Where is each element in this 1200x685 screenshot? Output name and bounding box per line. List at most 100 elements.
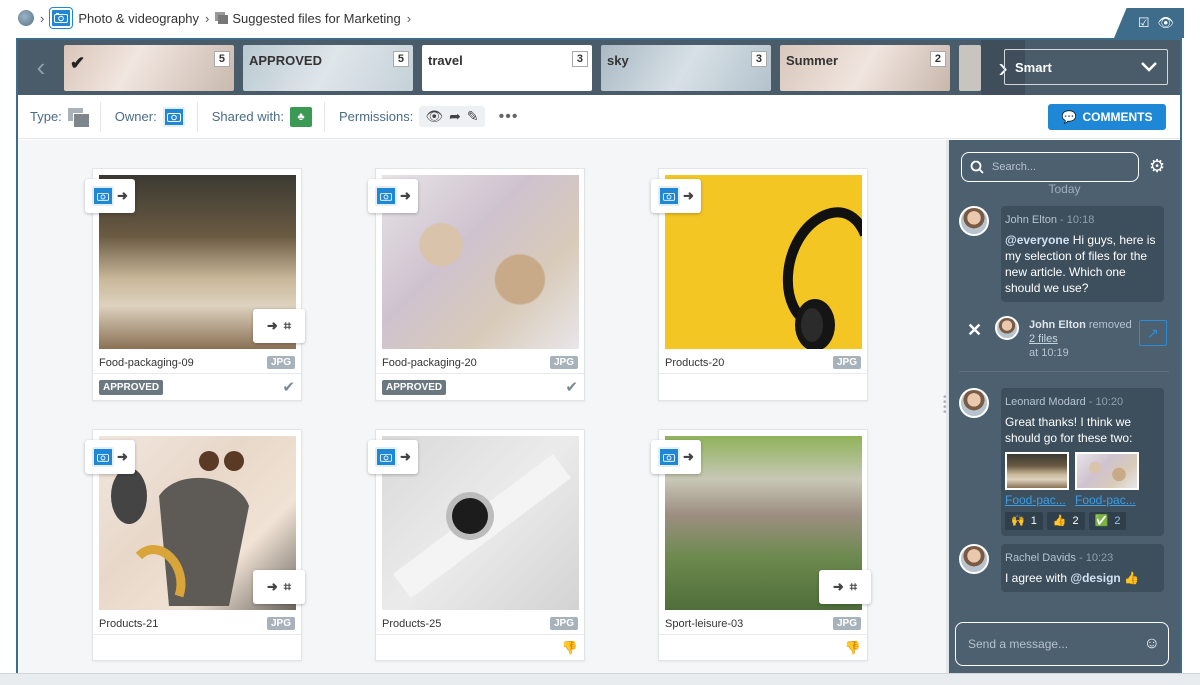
comments-button[interactable]: 💬 COMMENTS: [1048, 104, 1166, 130]
crop-badge[interactable]: ➜ ⌗: [819, 570, 871, 604]
filter-chip-partial[interactable]: [959, 44, 981, 91]
emoji-icon[interactable]: ☺: [1144, 635, 1160, 653]
approved-badge: APPROVED: [99, 379, 164, 395]
pencil-icon: ✎: [466, 108, 479, 124]
permissions-label: Permissions:: [338, 109, 414, 124]
avatar[interactable]: [959, 544, 989, 574]
breadcrumb-label: Suggested files for Marketing: [232, 10, 401, 26]
event-author: John Elton: [1029, 319, 1086, 331]
thumbs-down-icon[interactable]: 👎: [845, 640, 861, 656]
file-ext-badge: JPG: [549, 617, 578, 630]
file-card[interactable]: ➜ Products-25 JPG 👎: [368, 429, 585, 661]
chip-label: Summer: [786, 52, 839, 68]
reaction-count: 2: [1111, 514, 1124, 528]
camera-icon[interactable]: [162, 106, 185, 127]
attachment-thumbnail[interactable]: [1075, 452, 1139, 490]
reaction[interactable]: 👍 2: [1046, 512, 1085, 530]
avatar[interactable]: [959, 388, 989, 418]
permission-icons[interactable]: 👁 ➦ ✎: [419, 106, 485, 127]
chevron-left-icon[interactable]: ‹: [18, 40, 64, 95]
file-name-row: Products-21 JPG: [93, 613, 301, 635]
file-card[interactable]: ➜ ➜ ⌗ Products-21 JPG: [85, 429, 305, 661]
chevron-right-icon: ›: [406, 10, 412, 26]
file-card[interactable]: ➜ ➜ ⌗ Sport-leisure-03 JPG 👎: [651, 429, 871, 661]
file-status-row: [93, 636, 301, 660]
breadcrumb: › Photo & videography › Suggested files …: [0, 0, 1200, 36]
chevron-right-icon: ›: [40, 10, 45, 26]
check-icon: ✔: [70, 52, 86, 73]
file-name: Products-21: [99, 617, 159, 630]
arrow-right-icon: ➜: [400, 188, 411, 203]
event-action: removed: [1088, 319, 1132, 331]
breadcrumb-item-photo[interactable]: Photo & videography: [50, 8, 199, 28]
arrow-right-icon: ➜: [832, 579, 844, 594]
camera-icon: [50, 8, 73, 28]
attachment-thumbnail[interactable]: [1005, 452, 1069, 490]
attachment-link[interactable]: Food-pac...: [1075, 492, 1139, 508]
breadcrumb-item-suggested[interactable]: Suggested files for Marketing: [215, 10, 401, 26]
more-icon[interactable]: •••: [499, 108, 519, 126]
chip-count: 5: [213, 50, 230, 67]
share-badge[interactable]: ➜: [651, 440, 701, 474]
globe-icon[interactable]: [18, 10, 34, 26]
share-badge[interactable]: ➜: [651, 179, 701, 213]
crop-badge[interactable]: ➜ ⌗: [253, 570, 305, 604]
file-name: Food-packaging-20: [382, 356, 477, 369]
message-input[interactable]: Send a message... ☺: [955, 622, 1169, 666]
crop-icon: ⌗: [283, 318, 292, 333]
collection-panel: ‹ ✔ 5 APPROVED 5 travel 3 sky 3 Summer 2…: [16, 38, 1182, 673]
share-badge[interactable]: ➜: [85, 179, 135, 213]
filter-chip-summer[interactable]: Summer 2: [780, 44, 950, 91]
external-link-icon[interactable]: ↗: [1139, 320, 1167, 346]
chip-count: 3: [571, 50, 588, 67]
file-card[interactable]: ➜ Food-packaging-20 JPG APPROVED ✔: [368, 168, 585, 401]
reaction[interactable]: 🙌 1: [1005, 512, 1043, 530]
reaction-count: 2: [1069, 514, 1082, 528]
file-ext-badge: JPG: [832, 356, 861, 369]
collection-icon: [215, 11, 229, 25]
owner-field: Owner:: [114, 101, 198, 132]
team-icon[interactable]: ♣: [289, 106, 312, 127]
filter-chip-approved[interactable]: APPROVED 5: [243, 44, 413, 91]
resize-handle[interactable]: • • • •: [943, 393, 947, 418]
gear-icon[interactable]: ⚙: [1149, 156, 1165, 177]
mention[interactable]: @design: [1070, 571, 1120, 585]
check-box-icon: ✅: [1091, 514, 1112, 528]
message-author: Leonard Modard: [1005, 396, 1086, 408]
mention[interactable]: @everyone: [1005, 233, 1069, 247]
check-icon[interactable]: ✔: [565, 378, 578, 396]
chat-bubble-icon: 💬: [1061, 110, 1077, 124]
chat-search-input[interactable]: Search...: [961, 152, 1139, 182]
sort-select[interactable]: Smart: [1004, 49, 1168, 85]
file-card[interactable]: ➜ ➜ ⌗ Food-packaging-09 JPG APPROVED ✔: [85, 168, 305, 401]
chat-message: Leonard Modard - 10:20 Great thanks! I t…: [959, 388, 1169, 536]
message-author: John Elton: [1005, 214, 1057, 226]
crop-badge[interactable]: ➜ ⌗: [253, 309, 305, 343]
file-card[interactable]: ➜ Products-20 JPG: [651, 168, 868, 401]
thumbs-down-icon[interactable]: 👎: [562, 640, 578, 656]
share-badge[interactable]: ➜: [368, 179, 418, 213]
chevron-down-icon: [1141, 62, 1157, 72]
eye-icon[interactable]: 👁: [1157, 15, 1174, 31]
avatar[interactable]: [995, 316, 1019, 340]
file-name-row: Products-20 JPG: [659, 352, 867, 374]
sort-label: Smart: [1015, 59, 1052, 75]
avatar[interactable]: [959, 206, 989, 236]
event-link[interactable]: 2 files: [1029, 333, 1058, 345]
filter-chip-travel[interactable]: travel 3: [422, 44, 592, 91]
owner-label: Owner:: [114, 109, 157, 124]
comments-label: COMMENTS: [1082, 110, 1153, 124]
filter-chip-sky[interactable]: sky 3: [601, 44, 771, 91]
attachment-link[interactable]: Food-pac...: [1005, 492, 1069, 508]
share-badge[interactable]: ➜: [85, 440, 135, 474]
check-icon[interactable]: ✔: [282, 378, 295, 396]
message-time: 10:23: [1085, 552, 1114, 564]
chip-count: 2: [929, 50, 946, 67]
approved-badge: APPROVED: [382, 379, 447, 395]
filter-chip-checked[interactable]: ✔ 5: [64, 44, 234, 91]
file-status-row: APPROVED ✔: [376, 375, 584, 399]
reaction[interactable]: ✅ 2: [1088, 512, 1127, 530]
checkbox-icon[interactable]: ☑: [1138, 15, 1150, 31]
camera-icon: [92, 186, 115, 206]
share-badge[interactable]: ➜: [368, 440, 418, 474]
